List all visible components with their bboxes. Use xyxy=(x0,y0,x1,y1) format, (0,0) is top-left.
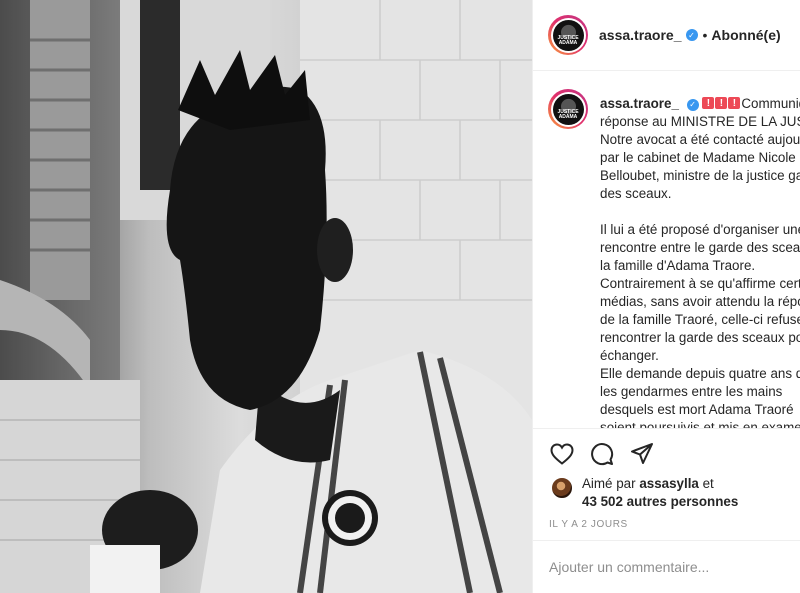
caption-line: les gendarmes entre les mains xyxy=(600,384,783,399)
comment-icon[interactable] xyxy=(589,441,615,467)
post-header: JUSTICE ADAMA assa.traore_ ✓ • Abonné(e) xyxy=(533,0,800,71)
caption-line: Elle demande depuis quatre ans que xyxy=(600,366,800,381)
liker-username[interactable]: assasylla xyxy=(639,476,699,491)
profile-avatar[interactable]: JUSTICE ADAMA xyxy=(548,15,588,55)
separator-dot: • xyxy=(702,27,708,43)
liker-avatar[interactable] xyxy=(551,477,573,499)
verified-badge-icon: ✓ xyxy=(686,99,699,111)
caption-line: soient poursuivis et mis en examen xyxy=(600,420,800,428)
caption-avatar[interactable]: JUSTICE ADAMA xyxy=(548,89,588,129)
comment-input[interactable] xyxy=(549,559,789,575)
caption-line: rencontrer la garde des sceaux pour xyxy=(600,330,800,345)
caption-line: Contrairement à se qu'affirme certains xyxy=(600,276,800,291)
comment-box xyxy=(533,540,800,593)
likes-summary: Aimé par assasylla et 43 502 autres pers… xyxy=(551,475,738,511)
post-timestamp[interactable]: IL Y A 2 JOURS xyxy=(549,519,628,530)
post-actions: Aimé par assasylla et 43 502 autres pers… xyxy=(533,428,800,540)
caption-line: réponse au MINISTRE DE LA JUSTICE xyxy=(600,114,800,129)
post-caption: JUSTICE ADAMA assa.traore_ ✓ Communiqué … xyxy=(533,72,800,428)
caption-line: la famille d'Adama Traore. xyxy=(600,258,756,273)
caption-line: médias, sans avoir attendu la réponse xyxy=(600,294,800,309)
share-icon[interactable] xyxy=(629,441,655,467)
alert-emoji-icon xyxy=(702,95,715,113)
likes-mid: et xyxy=(698,476,714,491)
action-icons xyxy=(549,441,655,467)
heart-icon[interactable] xyxy=(549,441,575,467)
likes-count[interactable]: 43 502 autres personnes xyxy=(582,494,738,509)
avatar-image: JUSTICE ADAMA xyxy=(552,19,584,51)
caption-line: échanger. xyxy=(600,348,659,363)
caption-line: des sceaux. xyxy=(600,186,672,201)
header-username[interactable]: assa.traore_ xyxy=(599,27,682,43)
avatar-image: JUSTICE ADAMA xyxy=(552,93,584,125)
caption-line: par le cabinet de Madame Nicole xyxy=(600,150,796,165)
follow-status-button[interactable]: Abonné(e) xyxy=(711,27,780,43)
caption-line: Belloubet, ministre de la justice garde xyxy=(600,168,800,183)
caption-line: Communiqué xyxy=(741,96,800,111)
likes-prefix: Aimé par xyxy=(582,476,640,491)
caption-line: desquels est mort Adama Traoré xyxy=(600,402,794,417)
alert-emoji-icon xyxy=(728,95,741,113)
caption-line: Il lui a été proposé d'organiser une xyxy=(600,222,800,237)
alert-emoji-icon xyxy=(715,95,728,113)
caption-username[interactable]: assa.traore_ xyxy=(600,96,679,111)
post-photo-illustration xyxy=(0,0,532,593)
verified-badge-icon: ✓ xyxy=(685,29,698,41)
caption-line: de la famille Traoré, celle-ci refuse de xyxy=(600,312,800,327)
avatar-ring: JUSTICE ADAMA xyxy=(550,17,586,53)
avatar-ring: JUSTICE ADAMA xyxy=(550,91,586,127)
caption-line: rencontre entre le garde des sceaux et xyxy=(600,240,800,255)
likes-text: Aimé par assasylla et 43 502 autres pers… xyxy=(582,475,738,511)
post-photo[interactable] xyxy=(0,0,532,593)
caption-line: Notre avocat a été contacté aujourd'hui xyxy=(600,132,800,147)
post-sidebar: JUSTICE ADAMA assa.traore_ ✓ • Abonné(e)… xyxy=(532,0,800,593)
caption-text: assa.traore_ ✓ Communiqué réponse au MIN… xyxy=(600,95,800,428)
